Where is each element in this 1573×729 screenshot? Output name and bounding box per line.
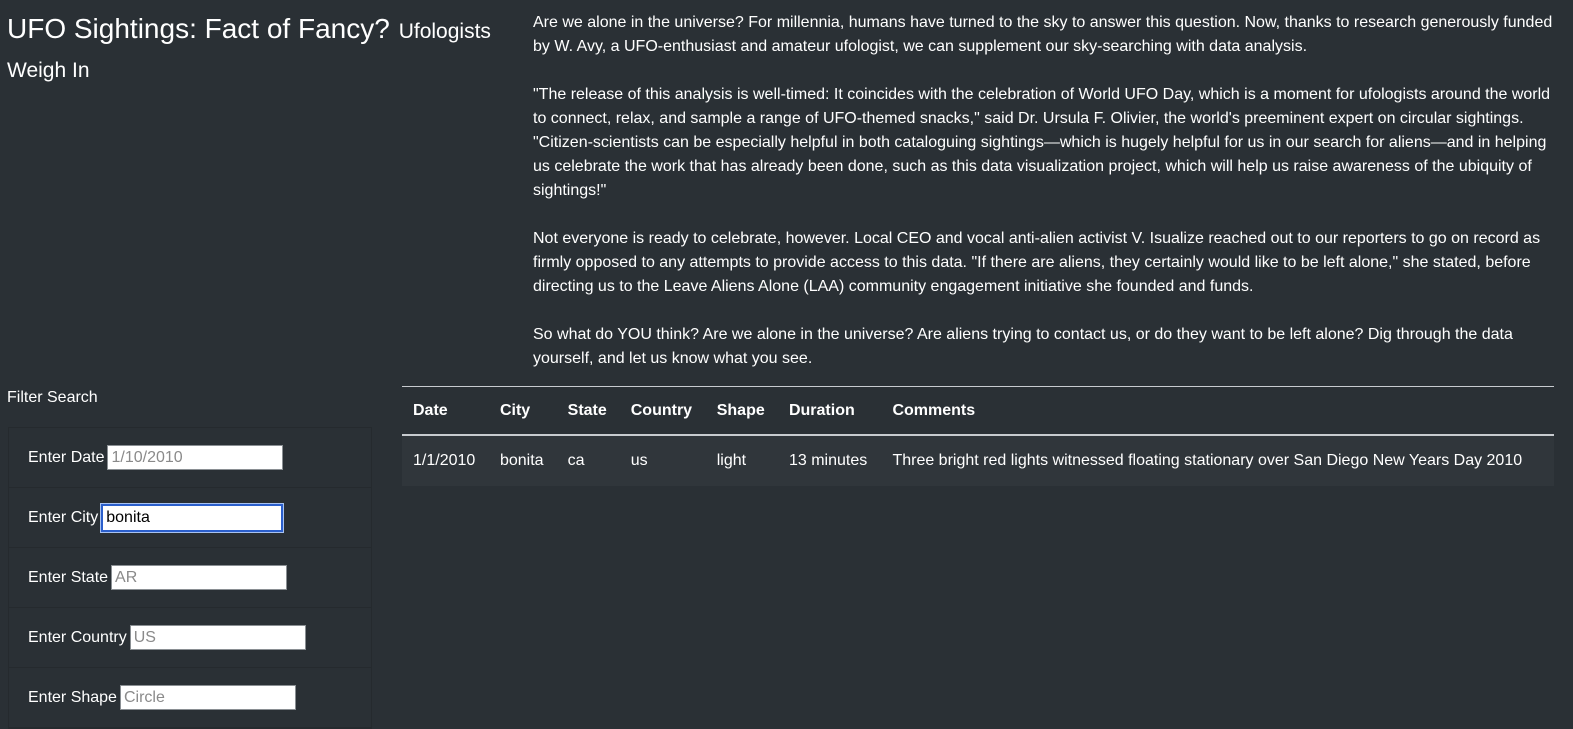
filter-row-city: Enter City	[9, 488, 371, 548]
page-title: UFO Sightings: Fact of Fancy? Ufologists…	[7, 10, 507, 88]
date-filter-label: Enter Date	[28, 448, 105, 466]
column-header-city: City	[499, 401, 531, 419]
city-filter-input[interactable]	[101, 503, 284, 532]
date-filter-input[interactable]	[107, 445, 284, 470]
column-header-date: Date	[413, 401, 448, 419]
sightings-table-container: Date City State Country Shape Duration C…	[402, 386, 1554, 486]
table-row: 1/1/2010 bonita ca us light 13 minutes T…	[402, 435, 1554, 486]
column-header-shape: Shape	[716, 401, 765, 419]
intro-paragraph: Not everyone is ready to celebrate, howe…	[533, 230, 1541, 295]
intro-paragraph: Are we alone in the universe? For millen…	[533, 14, 1553, 55]
cell-city: bonita	[488, 435, 557, 486]
state-filter-label: Enter State	[28, 568, 109, 586]
cell-comments: Three bright red lights witnessed floati…	[881, 435, 1554, 486]
filter-row-country: Enter Country	[9, 608, 371, 668]
filter-row-shape: Enter Shape	[9, 668, 371, 728]
country-filter-label: Enter Country	[28, 628, 127, 646]
shape-filter-input[interactable]	[119, 685, 296, 710]
filter-row-state: Enter State	[9, 548, 371, 608]
cell-duration: 13 minutes	[777, 435, 882, 486]
page-title-main: UFO Sightings: Fact of Fancy?	[7, 13, 390, 44]
cell-state: ca	[556, 435, 620, 486]
cell-shape: light	[705, 435, 778, 486]
intro-paragraph: "The release of this analysis is well-ti…	[533, 86, 1551, 199]
shape-filter-label: Enter Shape	[28, 688, 117, 706]
column-header-country: Country	[630, 401, 693, 419]
cell-date: 1/1/2010	[402, 435, 489, 486]
filter-row-date: Enter Date	[9, 428, 371, 488]
sightings-table: Date City State Country Shape Duration C…	[402, 386, 1554, 486]
intro-article: Are we alone in the universe? For millen…	[533, 11, 1557, 395]
filter-search-heading: Filter Search	[7, 389, 98, 406]
column-header-state: State	[567, 401, 607, 419]
cell-country: us	[619, 435, 706, 486]
state-filter-input[interactable]	[111, 565, 288, 590]
filter-panel: Enter Date Enter City Enter State Enter …	[8, 427, 372, 729]
intro-paragraph: So what do YOU think? Are we alone in th…	[533, 326, 1513, 367]
table-header-row: Date City State Country Shape Duration C…	[402, 386, 1554, 435]
column-header-comments: Comments	[892, 401, 976, 419]
column-header-duration: Duration	[788, 401, 855, 419]
city-filter-label: Enter City	[28, 508, 99, 526]
country-filter-input[interactable]	[129, 625, 306, 650]
